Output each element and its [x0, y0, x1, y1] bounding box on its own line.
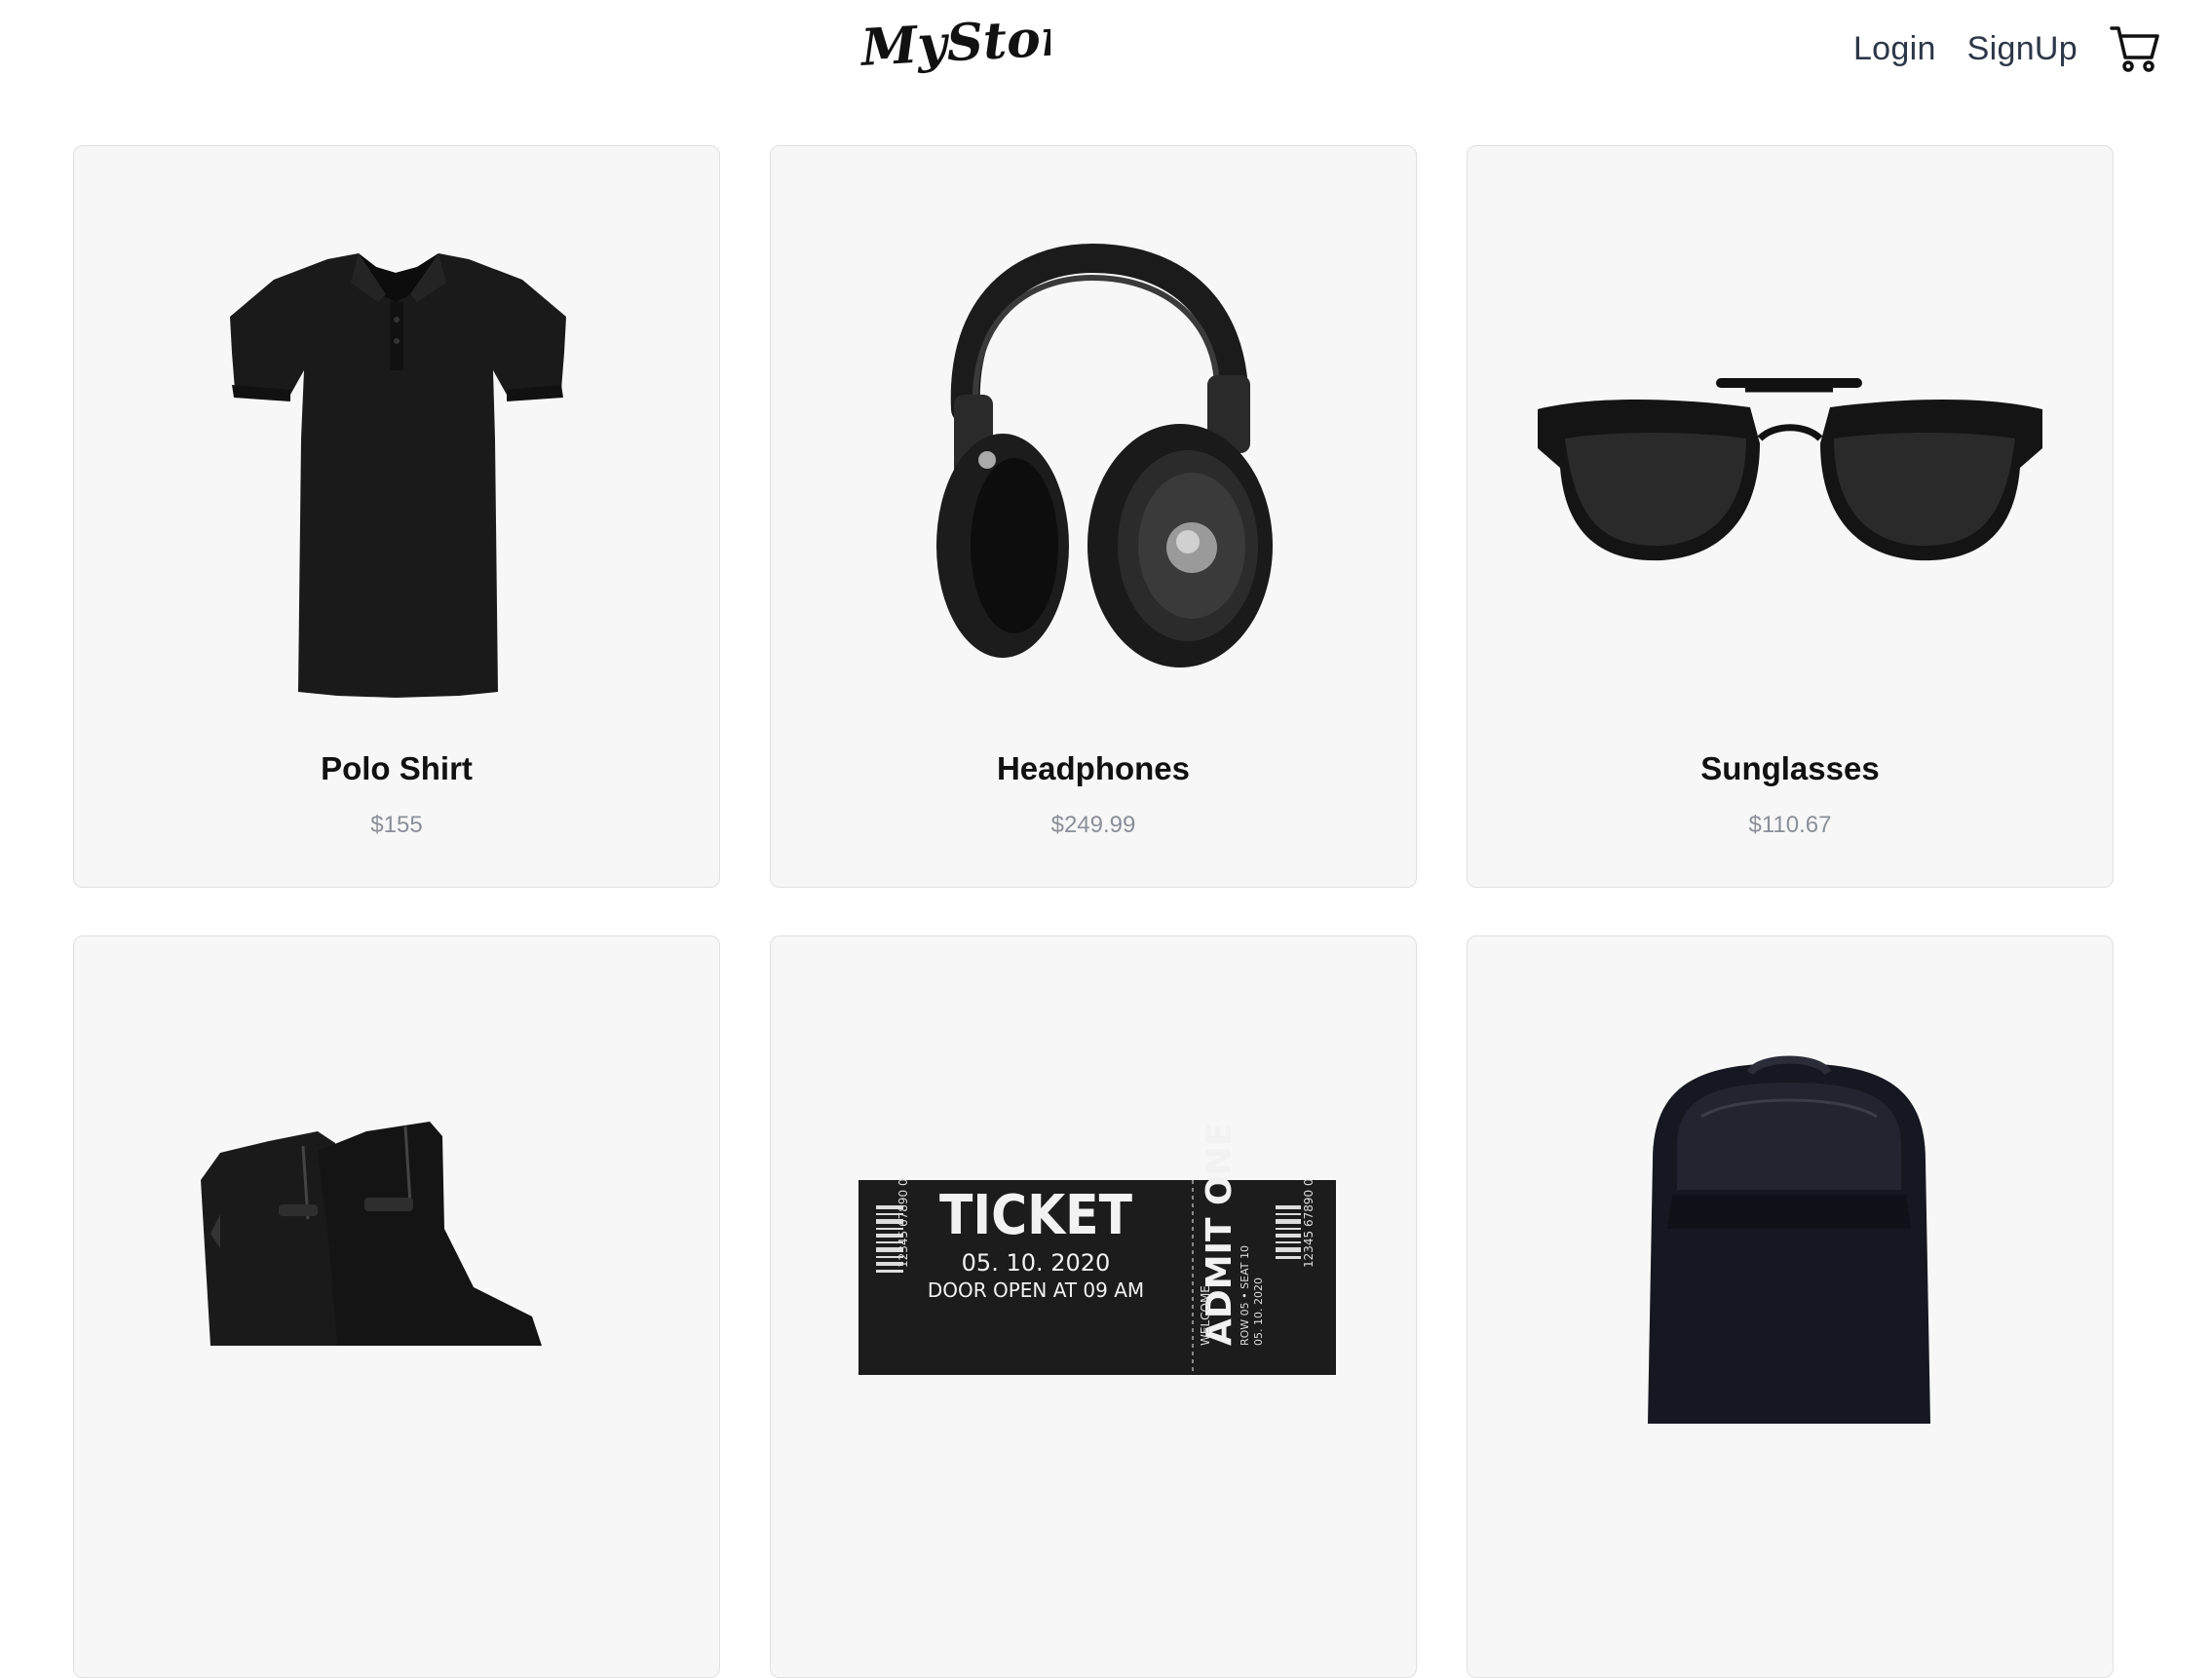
- product-price: $249.99: [1050, 812, 1136, 838]
- product-name[interactable]: Headphones: [771, 750, 1416, 787]
- product-card-boots[interactable]: [73, 935, 720, 1678]
- svg-text:WELCOME: WELCOME: [1199, 1285, 1212, 1346]
- product-card-polo-shirt[interactable]: Polo Shirt $155: [73, 145, 720, 888]
- boots-image: [201, 1122, 542, 1346]
- svg-text:12345 67890 0: 12345 67890 0: [1302, 1178, 1316, 1268]
- ticket-image: 12345 67890 0 TICKET 05. 10. 2020 DOOR O…: [858, 1123, 1336, 1375]
- polo-shirt-image: [230, 253, 566, 698]
- site-header: MyStore. Login SignUp: [0, 0, 2212, 107]
- shopping-cart-icon[interactable]: [2109, 22, 2161, 75]
- product-name[interactable]: Polo Shirt: [74, 750, 719, 787]
- product-card-sunglasses[interactable]: Sunglasses $110.67: [1467, 145, 2114, 888]
- backpack-image: [1648, 1055, 1930, 1424]
- svg-text:DOOR OPEN AT 09 AM: DOOR OPEN AT 09 AM: [928, 1278, 1144, 1302]
- mystore-logo[interactable]: MyStore.: [856, 0, 1050, 97]
- headphones-image: [936, 243, 1273, 667]
- product-card-ticket[interactable]: 12345 67890 0 TICKET 05. 10. 2020 DOOR O…: [770, 935, 1417, 1678]
- svg-text:12345 67890 0: 12345 67890 0: [896, 1178, 910, 1268]
- product-price: $155: [370, 812, 423, 838]
- product-card-headphones[interactable]: Headphones $249.99: [770, 145, 1417, 888]
- product-price: $110.67: [1748, 812, 1832, 838]
- product-name[interactable]: Sunglasses: [1468, 750, 2113, 787]
- signup-link[interactable]: SignUp: [1967, 30, 2078, 68]
- svg-text:05. 10. 2020: 05. 10. 2020: [1252, 1278, 1265, 1346]
- svg-text:05. 10. 2020: 05. 10. 2020: [962, 1249, 1111, 1277]
- product-card-backpack[interactable]: [1467, 935, 2114, 1678]
- svg-text:ROW 05 • SEAT 10: ROW 05 • SEAT 10: [1239, 1245, 1251, 1346]
- sunglasses-image: [1538, 378, 2042, 561]
- product-grid: Polo Shirt $155 Headphones $249.99 Sungl…: [73, 145, 2122, 1678]
- svg-text:TICKET: TICKET: [939, 1184, 1133, 1247]
- login-link[interactable]: Login: [1853, 30, 1936, 68]
- header-nav: Login SignUp: [1853, 19, 2161, 78]
- svg-text:MyStore.: MyStore.: [858, 5, 1050, 78]
